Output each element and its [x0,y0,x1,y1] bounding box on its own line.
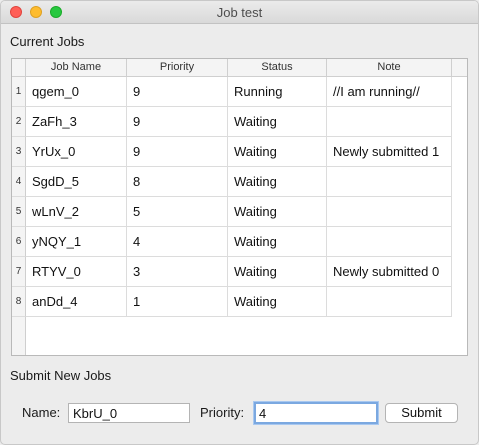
job-name-input[interactable] [68,403,190,423]
cell-note[interactable]: Newly submitted 0 [327,257,452,287]
cell-status[interactable]: Waiting [228,287,327,317]
cell-priority[interactable]: 1 [127,287,228,317]
cell-note[interactable] [327,197,452,227]
column-header-priority[interactable]: Priority [127,59,228,77]
cell-priority[interactable]: 9 [127,77,228,107]
cell-note[interactable]: //I am running// [327,77,452,107]
row-header[interactable]: 8 [12,287,26,317]
row-header[interactable]: 7 [12,257,26,287]
cell-job-name[interactable]: anDd_4 [26,287,127,317]
cell-status[interactable]: Waiting [228,107,327,137]
job-test-window: Job test Current Jobs Job Name Priority … [0,0,479,445]
cell-status[interactable]: Running [228,77,327,107]
cell-job-name[interactable]: qgem_0 [26,77,127,107]
cell-status[interactable]: Waiting [228,257,327,287]
cell-note[interactable] [327,287,452,317]
cell-note[interactable] [327,167,452,197]
cell-priority[interactable]: 3 [127,257,228,287]
row-header-gutter [12,317,26,355]
cell-note[interactable] [327,107,452,137]
table-corner[interactable] [12,59,26,77]
cell-status[interactable]: Waiting [228,167,327,197]
cell-priority[interactable]: 4 [127,227,228,257]
cell-job-name[interactable]: ZaFh_3 [26,107,127,137]
window-title: Job test [216,5,263,20]
cell-status[interactable]: Waiting [228,137,327,167]
cell-note[interactable] [327,227,452,257]
cell-priority[interactable]: 8 [127,167,228,197]
submit-button[interactable]: Submit [385,403,458,423]
cell-status[interactable]: Waiting [228,197,327,227]
column-header-status[interactable]: Status [228,59,327,77]
row-header[interactable]: 4 [12,167,26,197]
row-header[interactable]: 5 [12,197,26,227]
cell-job-name[interactable]: RTYV_0 [26,257,127,287]
cell-job-name[interactable]: SgdD_5 [26,167,127,197]
row-header[interactable]: 2 [12,107,26,137]
priority-input[interactable] [254,402,378,424]
cell-job-name[interactable]: wLnV_2 [26,197,127,227]
header-filler [452,59,467,77]
cell-priority[interactable]: 9 [127,137,228,167]
cell-note[interactable]: Newly submitted 1 [327,137,452,167]
cell-job-name[interactable]: yNQY_1 [26,227,127,257]
cell-job-name[interactable]: YrUx_0 [26,137,127,167]
title-bar[interactable]: Job test [1,1,478,24]
column-header-job-name[interactable]: Job Name [26,59,127,77]
cell-status[interactable]: Waiting [228,227,327,257]
cell-priority[interactable]: 9 [127,107,228,137]
submit-new-jobs-label: Submit New Jobs [10,368,112,383]
row-header[interactable]: 6 [12,227,26,257]
priority-label: Priority: [200,405,245,420]
name-label: Name: [22,405,61,420]
row-header[interactable]: 1 [12,77,26,107]
current-jobs-label: Current Jobs [10,34,85,49]
cell-priority[interactable]: 5 [127,197,228,227]
jobs-table[interactable]: Job Name Priority Status Note 1 qgem_0 9… [11,58,468,356]
column-header-note[interactable]: Note [327,59,452,77]
row-header[interactable]: 3 [12,137,26,167]
